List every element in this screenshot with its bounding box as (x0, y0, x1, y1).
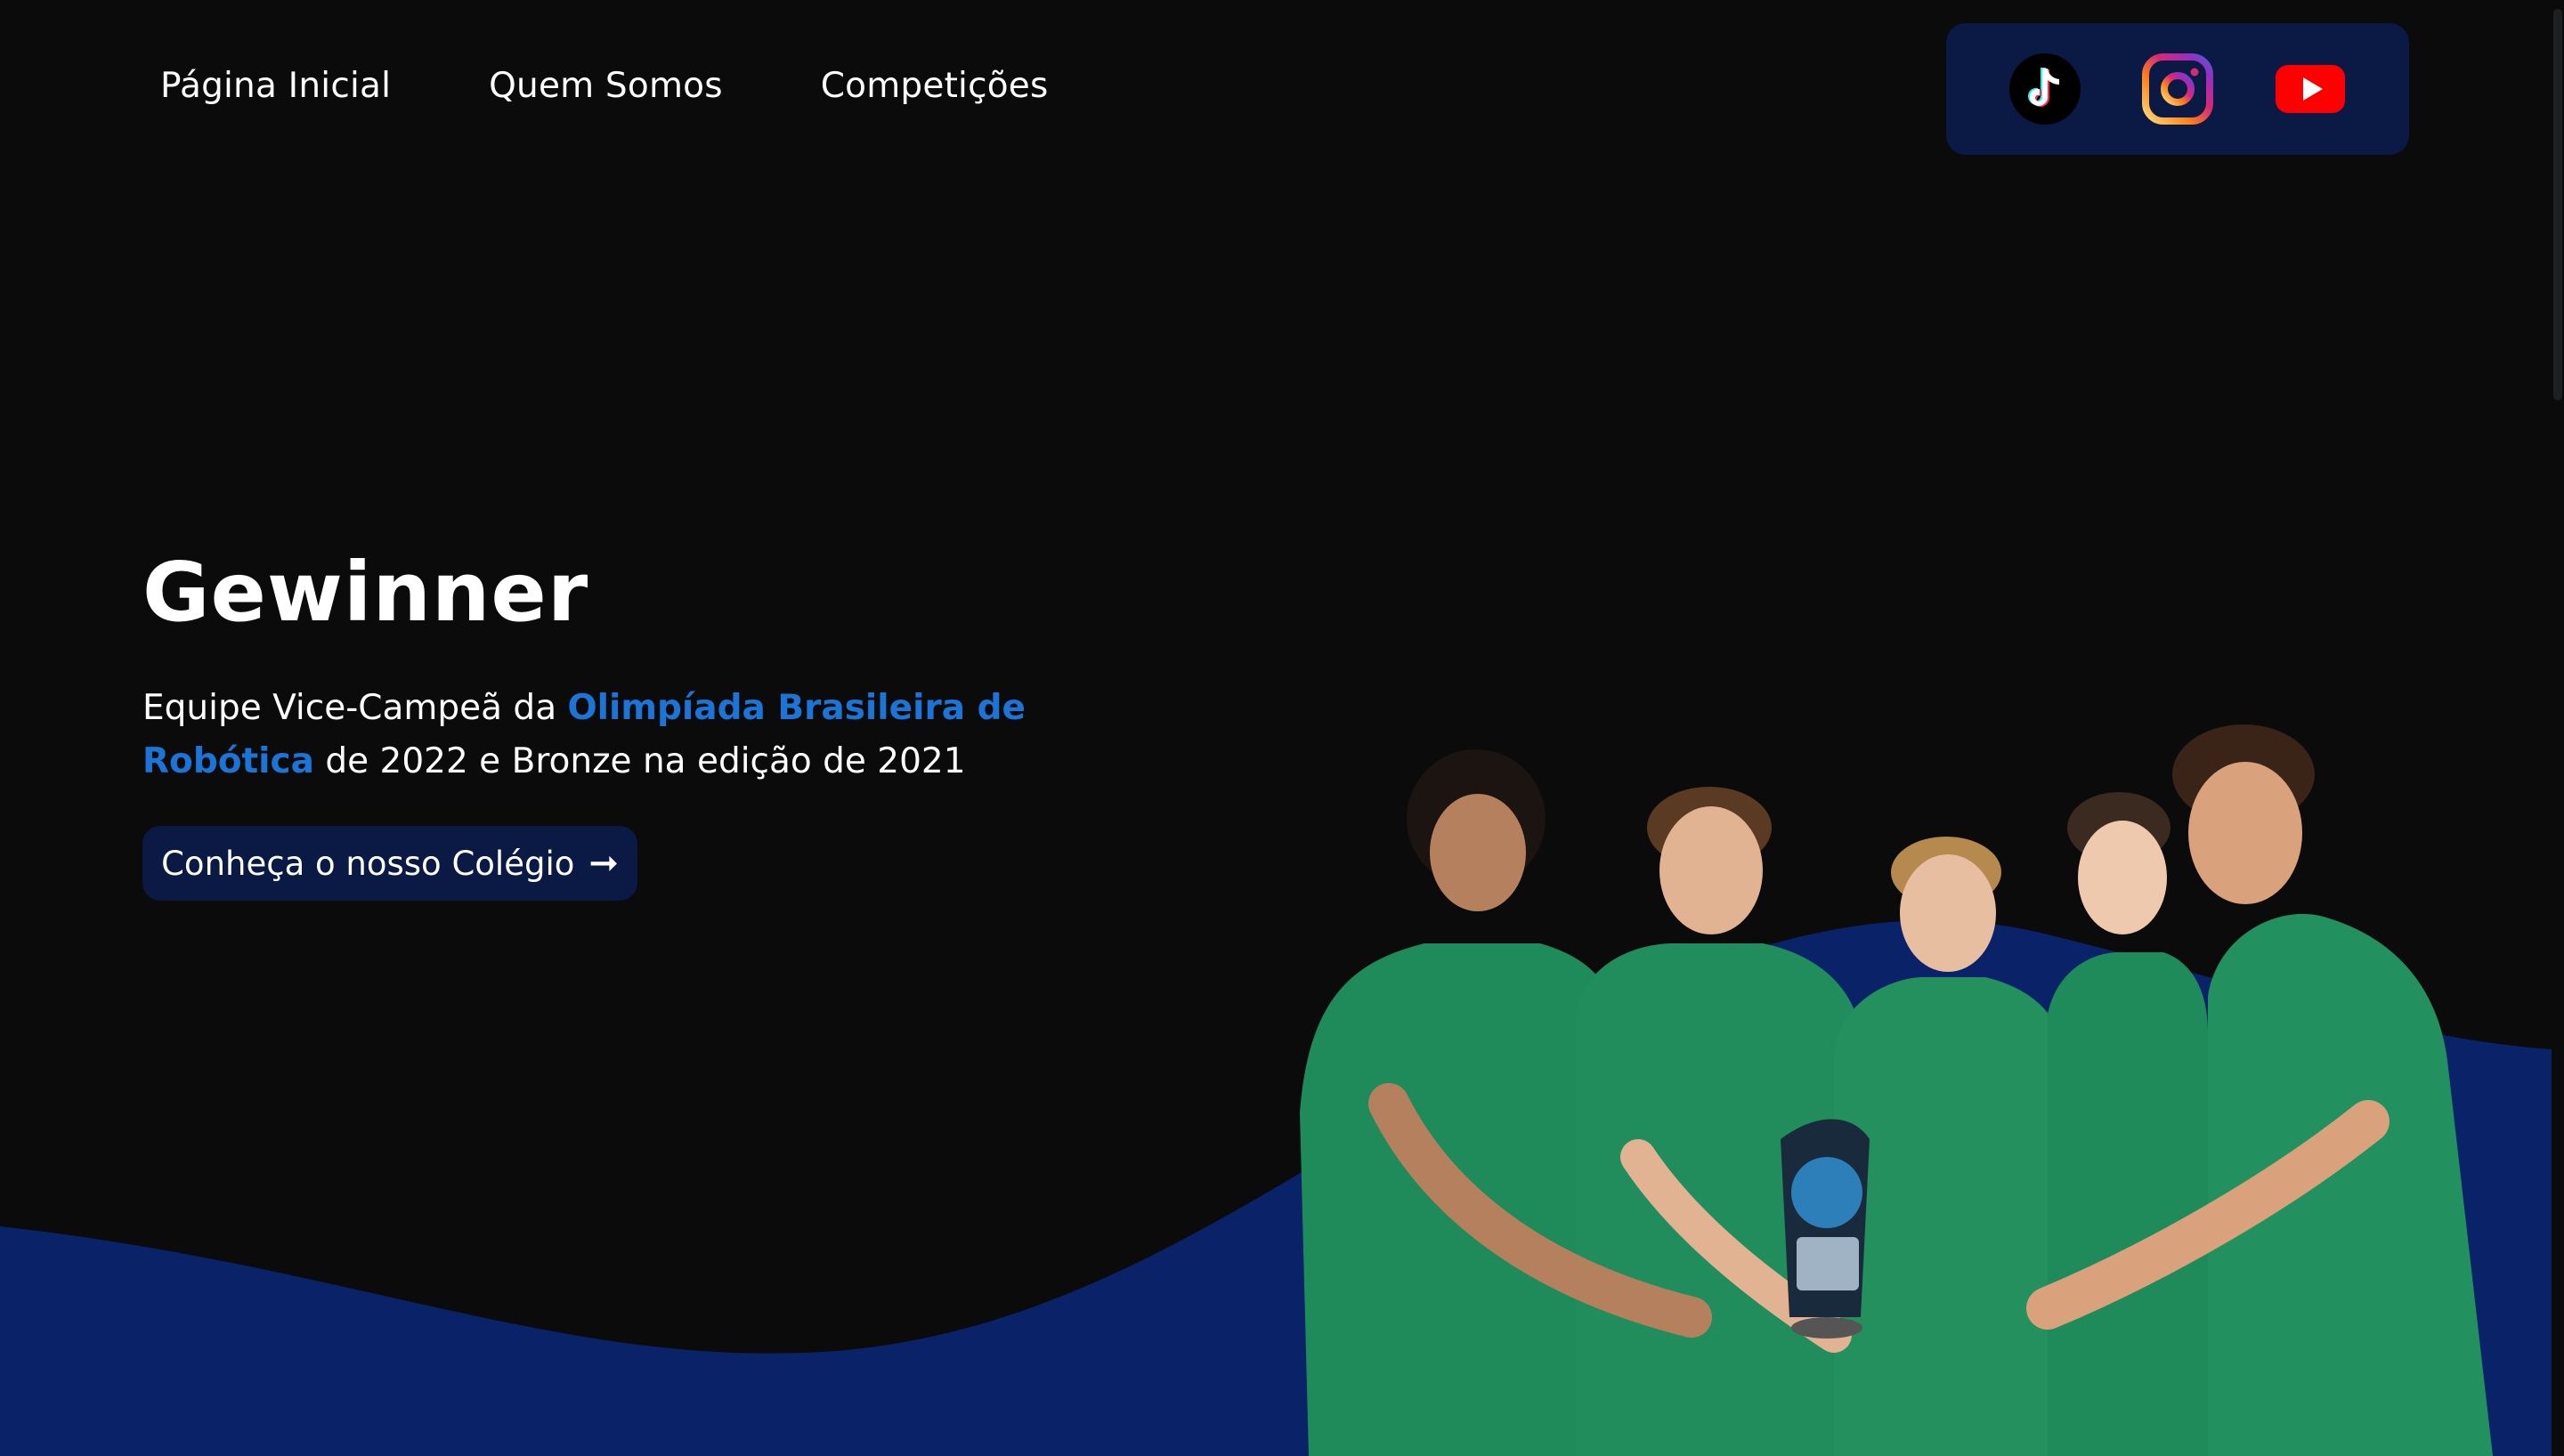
page: Página Inicial Quem Somos Competições Ge… (0, 0, 2564, 1456)
hero-subtitle: Equipe Vice-Campeã da Olimpíada Brasilei… (142, 682, 1033, 789)
hero-title: Gewinner (142, 545, 589, 640)
team-member-4 (2048, 792, 2217, 1456)
tiktok-link[interactable] (2008, 53, 2081, 125)
social-links (1946, 23, 2409, 155)
nav-link-home[interactable]: Página Inicial (160, 66, 391, 106)
team-photo (1300, 724, 2493, 1456)
scrollbar-thumb[interactable] (2553, 9, 2562, 400)
hero-subtitle-text: Equipe Vice-Campeã da (142, 688, 568, 728)
scrollbar[interactable] (2552, 0, 2564, 1456)
cta-button[interactable]: Conheça o nosso Colégio ➞ (142, 826, 637, 901)
nav-link-about[interactable]: Quem Somos (489, 66, 723, 106)
nav-link-competitions[interactable]: Competições (821, 66, 1049, 106)
tiktok-icon (2008, 53, 2081, 125)
main-nav: Página Inicial Quem Somos Competições (160, 66, 1049, 106)
cta-label: Conheça o nosso Colégio (161, 844, 575, 883)
arrow-right-icon: ➞ (588, 843, 619, 884)
instagram-icon (2141, 53, 2213, 125)
trophy (1781, 1119, 1870, 1339)
team-member-5 (2172, 724, 2493, 1456)
instagram-link[interactable] (2141, 53, 2214, 125)
youtube-link[interactable] (2274, 53, 2347, 125)
youtube-icon (2276, 65, 2346, 113)
hero-subtitle-text-end: de 2022 e Bronze na edição de 2021 (313, 741, 966, 781)
